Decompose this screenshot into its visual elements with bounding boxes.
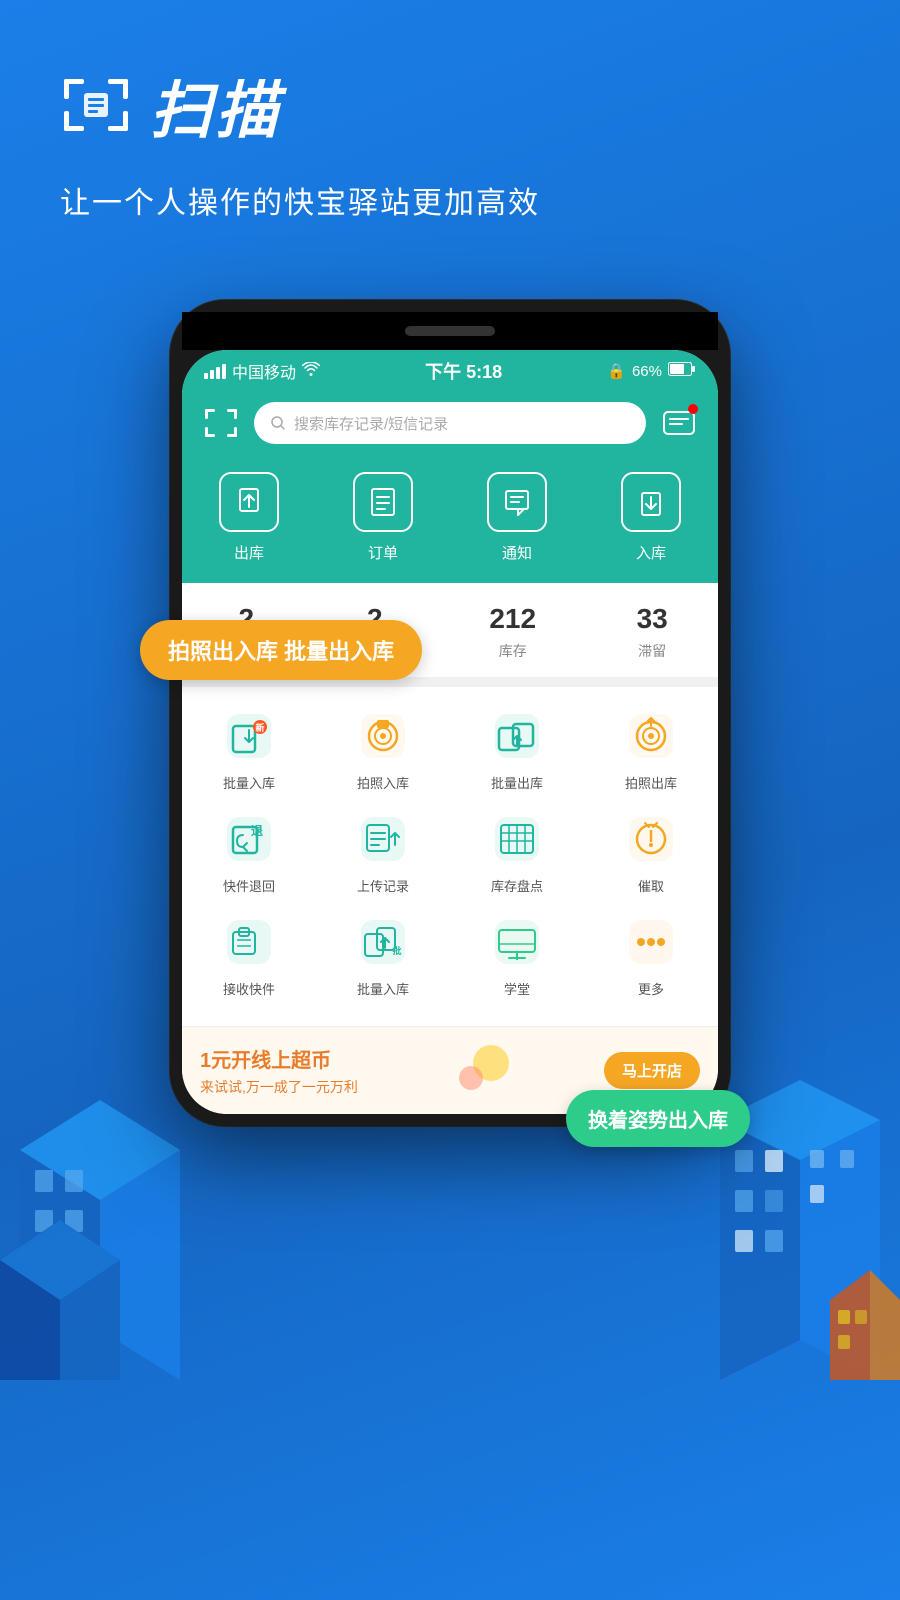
stat-inventory: 212 库存: [489, 603, 536, 661]
svg-text:新: 新: [255, 722, 264, 733]
notify-label: 通知: [502, 542, 532, 563]
status-bar: 中国移动 下午 5:18 🔒 66%: [182, 350, 718, 392]
grid-batch-in2[interactable]: 批 批量入库: [316, 913, 450, 998]
more-icon: [622, 913, 680, 971]
app-subtitle: 让一个人操作的快宝驿站更加高效: [60, 178, 840, 222]
classroom-label: 学堂: [504, 979, 530, 998]
message-badge: [688, 404, 698, 414]
stat-inventory-num: 212: [489, 603, 536, 635]
grid-reminder[interactable]: 催取: [584, 810, 718, 895]
wifi-icon: [302, 362, 320, 381]
photo-in-icon: [354, 707, 412, 765]
tooltip-posture: 换着姿势出入库: [566, 1090, 750, 1147]
batch-in-label: 批量入库: [223, 773, 275, 792]
action-notify[interactable]: 通知: [487, 472, 547, 563]
banner-button[interactable]: 马上开店: [604, 1052, 700, 1089]
banner-subtitle: 来试试,万一成了一元万利: [200, 1077, 358, 1097]
phone-outer-shell: 拍照出入库 批量出入库 换着姿势出入库: [170, 300, 730, 1126]
grid-row-1: 新 批量入库: [182, 707, 718, 792]
scan-icon-area: 扫描: [60, 60, 840, 150]
upload-label: 上传记录: [357, 876, 409, 895]
grid-return[interactable]: 退 快件退回: [182, 810, 316, 895]
batch-in2-icon: 批: [354, 913, 412, 971]
reminder-label: 催取: [638, 876, 664, 895]
batch-out-icon: [488, 707, 546, 765]
tooltip-batch-ops: 拍照出入库 批量出入库: [140, 620, 422, 680]
lock-icon: 🔒: [607, 362, 626, 380]
grid-batch-in[interactable]: 新 批量入库: [182, 707, 316, 792]
grid-row-2: 退 快件退回: [182, 810, 718, 895]
battery-text: 66%: [632, 363, 662, 380]
return-label: 快件退回: [223, 876, 275, 895]
grid-classroom[interactable]: 学堂: [450, 913, 584, 998]
return-icon: 退: [220, 810, 278, 868]
photo-out-icon: [622, 707, 680, 765]
grid-more[interactable]: 更多: [584, 913, 718, 998]
svg-text:退: 退: [251, 824, 263, 838]
banner-decoration: [451, 1043, 511, 1098]
outbound-label: 出库: [234, 542, 264, 563]
message-button[interactable]: [658, 402, 700, 444]
receive-icon: [220, 913, 278, 971]
inventory-label: 库存盘点: [491, 876, 543, 895]
batch-in-icon: 新: [220, 707, 278, 765]
search-bar[interactable]: 搜索库存记录/短信记录: [254, 402, 646, 444]
batch-in2-label: 批量入库: [357, 979, 409, 998]
batch-out-label: 批量出库: [491, 773, 543, 792]
phone-mockup: 拍照出入库 批量出入库 换着姿势出入库: [170, 300, 730, 1126]
receive-label: 接收快件: [223, 979, 275, 998]
upload-icon: [354, 810, 412, 868]
action-orders[interactable]: 订单: [353, 472, 413, 563]
scan-bracket-icon: [60, 75, 132, 135]
inbound-label: 入库: [636, 542, 666, 563]
main-background: 扫描 让一个人操作的快宝驿站更加高效: [0, 0, 900, 1600]
scan-header-button[interactable]: [200, 402, 242, 444]
stat-detained-label: 滞留: [638, 641, 666, 661]
inbound-icon: [621, 472, 681, 532]
main-action-row: 出库 订单: [182, 462, 718, 583]
signal-icon: [204, 364, 226, 379]
search-placeholder: 搜索库存记录/短信记录: [294, 413, 448, 434]
action-outbound[interactable]: 出库: [219, 472, 279, 563]
photo-in-label: 拍照入库: [357, 773, 409, 792]
svg-text:批: 批: [392, 945, 401, 956]
status-time: 下午 5:18: [425, 358, 502, 384]
stat-detained-num: 33: [637, 603, 668, 635]
phone-notch: [182, 312, 718, 350]
grid-receive[interactable]: 接收快件: [182, 913, 316, 998]
reminder-icon: [622, 810, 680, 868]
battery-icon: [668, 362, 696, 380]
grid-photo-in[interactable]: 拍照入库: [316, 707, 450, 792]
orders-label: 订单: [368, 542, 398, 563]
stat-detained: 33 滞留: [637, 603, 668, 661]
grid-batch-out[interactable]: 批量出库: [450, 707, 584, 792]
banner-title: 1元开线上超币: [200, 1044, 358, 1073]
grid-menu: 新 批量入库: [182, 687, 718, 1026]
phone-speaker: [405, 326, 495, 336]
action-inbound[interactable]: 入库: [621, 472, 681, 563]
photo-out-label: 拍照出库: [625, 773, 677, 792]
grid-row-3: 接收快件 批: [182, 913, 718, 998]
banner-content: 1元开线上超币 来试试,万一成了一元万利: [200, 1044, 358, 1097]
building-right-deco: [700, 1000, 900, 1400]
more-label: 更多: [638, 979, 664, 998]
carrier-text: 中国移动: [232, 359, 296, 383]
classroom-icon: [488, 913, 546, 971]
grid-upload[interactable]: 上传记录: [316, 810, 450, 895]
status-right: 🔒 66%: [607, 362, 696, 380]
phone-screen: 中国移动 下午 5:18 🔒 66%: [182, 350, 718, 1114]
outbound-icon: [219, 472, 279, 532]
notify-icon: [487, 472, 547, 532]
grid-inventory[interactable]: 库存盘点: [450, 810, 584, 895]
grid-photo-out[interactable]: 拍照出库: [584, 707, 718, 792]
status-left: 中国移动: [204, 359, 320, 383]
header-section: 扫描 让一个人操作的快宝驿站更加高效: [60, 60, 840, 222]
inventory-icon: [488, 810, 546, 868]
app-header: 搜索库存记录/短信记录: [182, 392, 718, 462]
orders-icon: [353, 472, 413, 532]
app-title: 扫描: [150, 60, 282, 150]
stat-inventory-label: 库存: [499, 641, 527, 661]
